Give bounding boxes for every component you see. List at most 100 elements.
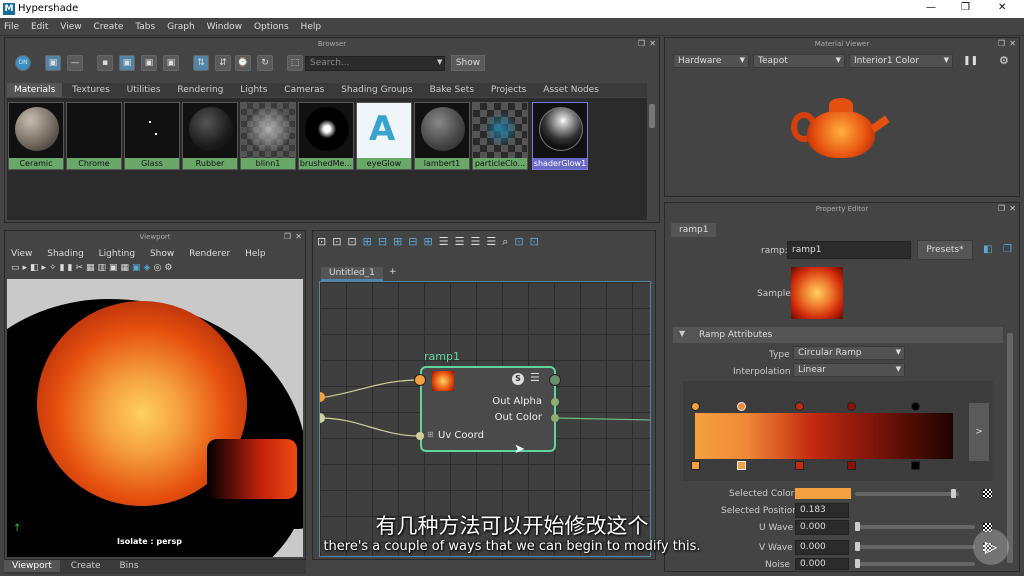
viewport-menu-lighting[interactable]: Lighting xyxy=(99,249,135,259)
medium-swatch-icon[interactable]: ▣ xyxy=(119,55,135,71)
small-swatch-icon[interactable]: ▪ xyxy=(97,55,113,71)
sort-type-icon[interactable]: ⇵ xyxy=(215,55,231,71)
v-wave-slider[interactable] xyxy=(855,545,975,549)
view-list-icon[interactable]: — xyxy=(67,55,83,71)
add-tab-button[interactable]: + xyxy=(389,267,397,277)
ramp-marker[interactable] xyxy=(911,402,920,411)
tab-create[interactable]: Create xyxy=(63,560,109,572)
ramp-delete-marker[interactable] xyxy=(691,461,700,470)
large-swatch-icon[interactable]: ▣ xyxy=(141,55,157,71)
xray-icon[interactable]: ◎⚙ xyxy=(153,263,175,273)
search-input[interactable]: Search... xyxy=(305,56,445,71)
ramp-name-input[interactable]: ramp1 xyxy=(787,241,911,259)
viewport-menu-view[interactable]: View xyxy=(11,249,32,259)
view-icons-icon[interactable]: ▣ xyxy=(45,55,61,71)
pause-icon[interactable]: ❚❚ xyxy=(963,56,978,66)
isolate-icon[interactable]: ▣◈ xyxy=(132,263,153,273)
graph-search-icon[interactable]: ⌕ xyxy=(502,235,514,248)
minimize-button[interactable]: — xyxy=(926,2,936,13)
expand-icon[interactable]: ⊞ xyxy=(427,430,434,439)
material-lambert1[interactable]: lambert1 xyxy=(414,102,470,170)
ramp-delete-marker[interactable] xyxy=(795,461,804,470)
browser-scrollbar[interactable] xyxy=(649,104,655,128)
panel-float-icon[interactable]: ❐ xyxy=(998,39,1005,48)
out-alpha-port[interactable] xyxy=(551,398,559,406)
graph-mode-icon[interactable]: ☰☰☰☰ xyxy=(439,235,502,248)
tab-rendering[interactable]: Rendering xyxy=(170,83,230,97)
sort-time-icon[interactable]: ⌚ xyxy=(235,55,251,71)
uv-coord-port[interactable] xyxy=(416,432,424,440)
slider-knob[interactable] xyxy=(855,559,860,568)
menu-file[interactable]: File xyxy=(4,22,19,32)
panel-float-icon[interactable]: ❐ xyxy=(998,204,1005,213)
property-scrollbar[interactable] xyxy=(1007,333,1013,563)
material-blinn1[interactable]: blinn1 xyxy=(240,102,296,170)
u-wave-input[interactable]: 0.000 xyxy=(795,520,849,535)
ramp-delete-marker[interactable] xyxy=(847,461,856,470)
material-glass[interactable]: Glass xyxy=(124,102,180,170)
interpolation-dropdown[interactable]: Linear xyxy=(793,363,905,377)
tab-asset-nodes[interactable]: Asset Nodes xyxy=(536,83,606,97)
panel-close-icon[interactable]: ✕ xyxy=(1009,204,1016,213)
shape-dropdown[interactable]: Teapot xyxy=(753,54,845,68)
copy-tab-icon[interactable]: ❐ xyxy=(1003,244,1012,255)
refresh-icon[interactable]: ↻ xyxy=(257,55,273,71)
panel-float-icon[interactable]: ❐ xyxy=(638,39,645,48)
out-color-port[interactable] xyxy=(551,414,559,422)
maximize-button[interactable]: ❐ xyxy=(961,2,970,13)
search-dropdown-icon[interactable]: ▼ xyxy=(437,58,442,66)
selected-color-slider[interactable] xyxy=(855,492,959,496)
u-wave-slider[interactable] xyxy=(855,525,975,529)
graph-input-icon[interactable]: ⊡⊡⊡ xyxy=(317,235,363,248)
shader-dropdown[interactable]: Interior1 Color xyxy=(849,54,953,68)
tab-cameras[interactable]: Cameras xyxy=(277,83,331,97)
tab-ramp1[interactable]: ramp1 xyxy=(671,223,717,237)
tab-textures[interactable]: Textures xyxy=(65,83,117,97)
viewport-menu-show[interactable]: Show xyxy=(150,249,174,259)
renderer-dropdown[interactable]: Hardware xyxy=(673,54,749,68)
tab-untitled-1[interactable]: Untitled_1 xyxy=(321,267,383,281)
panel-close-icon[interactable]: ✕ xyxy=(295,232,302,241)
v-wave-input[interactable]: 0.000 xyxy=(795,540,849,555)
menu-graph[interactable]: Graph xyxy=(167,22,195,32)
filter-icon[interactable]: ⬚ xyxy=(287,55,303,71)
material-shaderglow1[interactable]: shaderGlow1 xyxy=(532,102,588,170)
grid-icon[interactable]: ▦▥▣▦ xyxy=(86,263,132,273)
graph-layout-icon[interactable]: ⊞⊟⊞⊟⊞ xyxy=(363,235,439,248)
ramp-delete-marker[interactable] xyxy=(911,461,920,470)
ramp-marker[interactable] xyxy=(847,402,856,411)
menu-create[interactable]: Create xyxy=(93,22,123,32)
ramp-delete-marker[interactable] xyxy=(737,461,746,470)
material-rubber[interactable]: Rubber xyxy=(182,102,238,170)
viewport-menu-help[interactable]: Help xyxy=(245,249,266,259)
panel-float-icon[interactable]: ❐ xyxy=(284,232,291,241)
close-button[interactable]: ✕ xyxy=(998,2,1006,13)
camera-icon[interactable]: ▭▸◧▸✧▮▮✂ xyxy=(11,263,86,273)
noise-slider[interactable] xyxy=(855,562,975,566)
material-particlecloud[interactable]: particleClo... xyxy=(472,102,528,170)
ramp-attributes-header[interactable]: ▼ Ramp Attributes xyxy=(673,327,1003,343)
menu-tabs[interactable]: Tabs xyxy=(135,22,155,32)
node-input-port[interactable] xyxy=(414,374,426,386)
material-chrome[interactable]: Chrome xyxy=(66,102,122,170)
viewport-menu-renderer[interactable]: Renderer xyxy=(189,249,230,259)
settings-icon[interactable]: ⚙ xyxy=(999,54,1009,67)
notes-icon[interactable]: ◧ xyxy=(983,244,992,255)
presets-button[interactable]: Presets* xyxy=(917,240,973,260)
menu-view[interactable]: View xyxy=(60,22,81,32)
ramp-marker[interactable] xyxy=(691,402,700,411)
on-toggle-icon[interactable]: ON xyxy=(15,55,31,71)
selected-color-swatch[interactable] xyxy=(795,488,851,499)
selected-position-input[interactable]: 0.183 xyxy=(795,503,849,518)
ramp-gradient-bar[interactable] xyxy=(695,413,953,459)
material-brushedmetal[interactable]: brushedMe... xyxy=(298,102,354,170)
slider-knob[interactable] xyxy=(951,489,956,498)
node-s-icon[interactable]: S xyxy=(512,373,524,385)
ramp-marker[interactable] xyxy=(795,402,804,411)
tab-shading-groups[interactable]: Shading Groups xyxy=(334,83,420,97)
menu-edit[interactable]: Edit xyxy=(31,22,48,32)
tab-bake-sets[interactable]: Bake Sets xyxy=(423,83,481,97)
tab-bins[interactable]: Bins xyxy=(111,560,146,572)
ramp-marker[interactable] xyxy=(737,402,746,411)
tab-materials[interactable]: Materials xyxy=(7,83,63,97)
